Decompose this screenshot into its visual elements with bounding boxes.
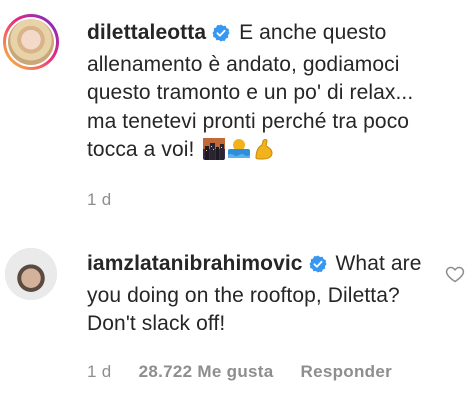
avatar-story-ring[interactable] (3, 14, 59, 70)
comment-age[interactable]: 1 d (87, 190, 112, 209)
avatar[interactable] (5, 248, 57, 300)
reply-button[interactable]: Responder (301, 362, 393, 381)
username-link[interactable]: iamzlatanibrahimovic (87, 252, 303, 275)
cityscape-at-dusk-emoji (203, 138, 226, 160)
avatar-photo (5, 248, 57, 300)
avatar-photo (8, 19, 54, 65)
comment-meta: 1 d (87, 190, 134, 210)
comment-body: dilettaleotta E anche questo allenamento… (87, 19, 432, 165)
avatar (6, 17, 56, 67)
likes-count[interactable]: 28.722 Me gusta (139, 362, 274, 381)
like-heart-icon[interactable] (445, 264, 465, 284)
verified-badge-icon (309, 253, 327, 282)
verified-badge-icon (212, 22, 230, 51)
comment-meta: 1 d 28.722 Me gusta Responder (87, 362, 414, 382)
comment-age[interactable]: 1 d (87, 362, 112, 381)
person-swimming-emoji (228, 138, 251, 160)
flexed-biceps-emoji (253, 138, 275, 160)
username-link[interactable]: dilettaleotta (87, 21, 206, 44)
comment-body: iamzlatanibrahimovic What are you doing … (87, 250, 422, 339)
